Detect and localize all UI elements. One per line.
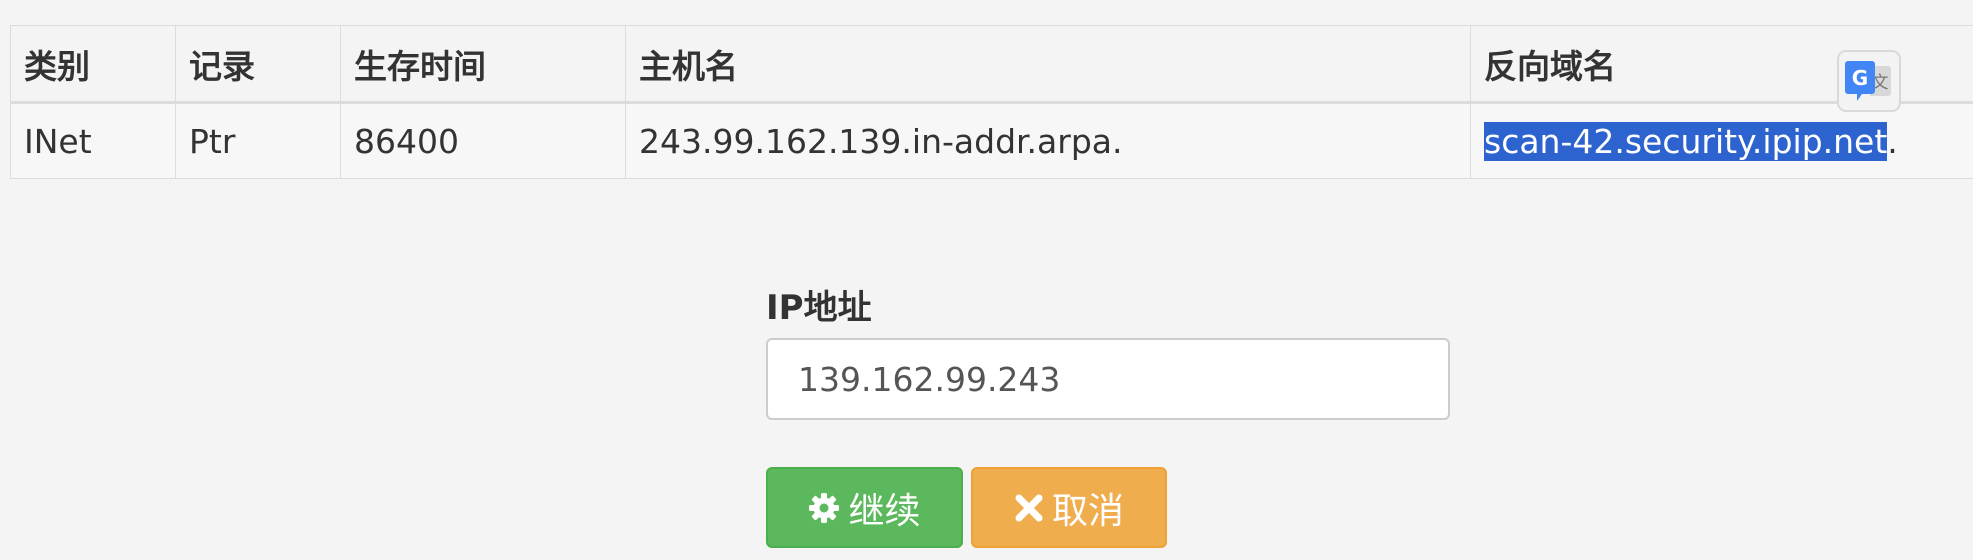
selected-text[interactable]: scan-42.security.ipip.net xyxy=(1484,121,1888,161)
reverse-domain-suffix: . xyxy=(1887,121,1898,161)
cancel-button[interactable]: 取消 xyxy=(971,467,1167,548)
dns-record-table: 类别 记录 生存时间 主机名 反向域名 INet Ptr 86400 243.9… xyxy=(10,25,1973,179)
continue-button[interactable]: 继续 xyxy=(766,467,963,548)
google-translate-icon: 文 G xyxy=(1845,61,1891,101)
cell-ttl: 86400 xyxy=(340,102,626,179)
ip-address-label: IP地址 xyxy=(766,288,872,328)
close-icon xyxy=(1014,493,1044,523)
cell-hostname: 243.99.162.139.in-addr.arpa. xyxy=(625,102,1471,179)
cell-class: INet xyxy=(10,102,176,179)
table-header-row: 类别 记录 生存时间 主机名 反向域名 xyxy=(10,25,1973,104)
column-header-class: 类别 xyxy=(10,25,176,104)
column-header-ttl: 生存时间 xyxy=(340,25,626,104)
translate-widget[interactable]: 文 G xyxy=(1837,50,1901,112)
ip-address-input[interactable] xyxy=(766,338,1450,420)
column-header-hostname: 主机名 xyxy=(625,25,1471,104)
column-header-record: 记录 xyxy=(175,25,341,104)
cancel-button-label: 取消 xyxy=(1051,490,1124,532)
table-row: INet Ptr 86400 243.99.162.139.in-addr.ar… xyxy=(10,102,1973,179)
cell-record: Ptr xyxy=(175,102,341,179)
cell-reverse-domain[interactable]: scan-42.security.ipip.net. xyxy=(1470,102,1973,179)
gear-icon xyxy=(808,492,840,524)
svg-text:G: G xyxy=(1852,66,1868,90)
continue-button-label: 继续 xyxy=(848,490,921,532)
